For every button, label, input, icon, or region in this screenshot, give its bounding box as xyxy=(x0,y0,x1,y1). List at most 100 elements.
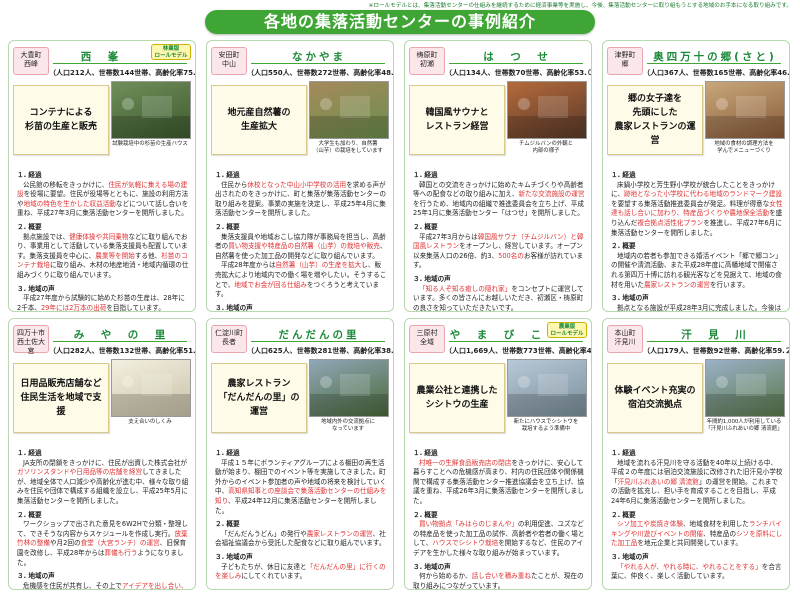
caption-line: 学んでメニューづくり xyxy=(717,148,771,154)
name-underline xyxy=(449,63,583,64)
highlight-text: ガソリンスタンドや日用品等の店舗を経営 xyxy=(17,468,143,477)
photo-row: 農業公社と連携した シシトウの生産 新たにハウスでシシトウを 栽培するよう準備中 xyxy=(409,359,587,441)
case-card: 津野町郷奥四万十の郷(さと)（人口367人、世帯数165世帯、高齢化率46.３%… xyxy=(602,40,790,312)
highlight-text: 新たな交流施設の運営 xyxy=(518,190,585,199)
caption-line: （山芋）の栽培をしています xyxy=(313,148,383,154)
name-underline xyxy=(251,341,385,342)
highlight-text: 葬儀も行う xyxy=(104,548,138,557)
headline-line: 杉苗の生産と販売 xyxy=(24,122,97,132)
role-model-line: ロールモデル xyxy=(154,53,188,59)
headline-line: 宿泊交流拠点 xyxy=(627,400,682,410)
headline-box: 郷の女子達を 先頭にした 農家レストランの運営 xyxy=(607,85,703,155)
photo-image xyxy=(112,374,190,416)
role-model-line: ロールモデル xyxy=(550,331,584,337)
body-text: する他、 xyxy=(134,251,162,260)
body-text: にしてくれています。 xyxy=(241,572,307,581)
section-text: 平成27年3月からは韓国風サウナ（チムジルバン）と韓国風レストランをオープンし、… xyxy=(413,233,585,271)
population-stats: （人口367人、世帯数165世帯、高齢化率46.３%） xyxy=(643,69,790,77)
section-title: ３. 地域の声 xyxy=(17,284,55,293)
photo-caption: チムジルバンの外観と 内部の様子 xyxy=(505,141,587,155)
caption-line: 大学生も加わり、自然薯 xyxy=(318,141,378,147)
headline-line: 先頭にした xyxy=(632,108,678,118)
photo-row: 地元産自然薯の 生産拡大 大学生も加わり、自然薯 （山芋）の栽培をしています xyxy=(211,81,389,163)
population-stats: （人口212人、世帯数144世帯、高齢化率75.９%） xyxy=(49,69,196,77)
section-text: 地域を流れる汗見川を守る活動を40年以上続ける中、平成２の年度には宿泊交流施設に… xyxy=(611,459,783,507)
highlight-text: 500名の xyxy=(498,251,524,260)
population-stats: （人口282人、世帯数132世帯、高齢化率51.１%） xyxy=(49,347,196,355)
headline-line: 住民生活を地域で支援 xyxy=(20,393,102,417)
body-text: 拠点施設では、 xyxy=(23,232,70,241)
body-text: 、特産品の xyxy=(703,529,737,538)
headline-text: 農家レストラン 「だんだんの里」の運営 xyxy=(215,377,303,419)
name-underline xyxy=(251,63,385,64)
card-body: １. 経過 村唯一の生鮮食品販売店の閉店をきっかけに、安心して暮らすことへの危機感… xyxy=(413,449,585,589)
page-title: 各地の集落活動センターの事例紹介 xyxy=(205,10,595,34)
section-text: 平成１５年にボランティアグループによる棚田の再生活動が始まり、棚田でのイベント等… xyxy=(215,459,387,517)
body-text: を行います。 xyxy=(709,280,749,289)
highlight-text: 「やれる人が、やれる時に、やれることをする」 xyxy=(617,562,762,571)
case-card: 大豊町 西峰西 峯林業版 ロールモデル （人口212人、世帯数144世帯、高齢化率75… xyxy=(8,40,196,312)
headline-box: 韓国風サウナと レストラン経営 xyxy=(409,85,505,155)
card-body: １. 経過 地域を流れる汗見川を守る活動を40年以上続ける中、平成２の年度には宿泊… xyxy=(611,449,783,582)
body-text: 「だんだんうどん」の発行や xyxy=(221,529,307,538)
section-text: 地域内の若者も参加できる婚活イベント「郷で郷コン」の開催や清流活動、また平成28… xyxy=(611,252,783,290)
highlight-text: 買い物拠点「みはらのじまんや」 xyxy=(419,520,518,529)
highlight-text: 農家レストランの運営 xyxy=(643,280,710,289)
headline-text: 韓国風サウナと レストラン経営 xyxy=(425,106,488,134)
name-underline xyxy=(53,63,187,64)
caption-line: なっています xyxy=(331,426,365,432)
photo-caption: 新たにハウスでシシトウを 栽培するよう準備中 xyxy=(505,419,587,433)
section-title: ２. 概要 xyxy=(611,242,636,251)
photo-image xyxy=(706,374,784,416)
section-title: １. 経過 xyxy=(215,171,240,179)
headline-line: 地元産自然薯の xyxy=(227,108,291,118)
case-card: 仁淀川町長者だんだんの里（人口625人、世帯数281世帯、高齢化率38.６%）農… xyxy=(206,318,394,590)
body-text: 、地域食材を利用した xyxy=(682,520,749,529)
body-text: を目指しています。 xyxy=(106,303,165,312)
highlight-text: 29年には2万本の出荷 xyxy=(40,303,107,312)
photo-caption: 年間約1,000人が利用している 「汗見川ふれあいの郷 清流館」 xyxy=(703,419,785,433)
body-text: を地元企業と共同開発しています。 xyxy=(637,539,743,548)
activity-photo xyxy=(111,81,191,139)
name-underline xyxy=(53,341,187,342)
headline-text: 郷の女子達を 先頭にした 農家レストランの運営 xyxy=(611,92,699,148)
body-text: 住民から xyxy=(221,180,248,189)
section-title: ３. 地域の声 xyxy=(17,572,55,581)
headline-box: 農家レストラン 「だんだんの里」の運営 xyxy=(211,363,307,433)
caption-line: 「汗見川ふれあいの郷 清流館」 xyxy=(705,426,783,432)
body-text: や月2回の xyxy=(49,539,81,548)
section-title: ３. 地域の声 xyxy=(611,294,649,303)
section-title: １. 経過 xyxy=(413,449,438,457)
photo-caption: 大学生も加わり、自然薯 （山芋）の栽培をしています xyxy=(307,141,389,155)
section-title: １. 経過 xyxy=(413,171,438,179)
center-name: だんだんの里 xyxy=(278,329,360,341)
caption-line: 栽培するよう準備中 xyxy=(521,426,571,432)
card-body: １. 経過 JA支所の閉鎖をきっかけに、住民が出資した株式会社がガソリンスタンドや… xyxy=(17,449,189,589)
activity-photo xyxy=(309,359,389,417)
caption-line: 内部の様子 xyxy=(532,148,560,154)
highlight-text: 食堂（大宮ランチ）の運営 xyxy=(80,539,160,548)
highlight-text: 跡地となった小学校に代わる地域のランドマーク建設 xyxy=(624,190,783,199)
role-model-badge: 林業版 ロールモデル xyxy=(151,44,191,60)
headline-line: 農家レストランの運営 xyxy=(614,122,696,146)
headline-line: 体験イベント充実の xyxy=(614,386,696,396)
card-body: １. 経過 公民館の移転をきっかけに、住民が気軽に集える場の建設を役場に要望。住民… xyxy=(17,171,189,312)
photo-image xyxy=(310,374,388,416)
section-text: ワークショップで出された意見を6W2Hで分類・整理して、できそうな内容からスケジ… xyxy=(17,520,189,568)
section-title: １. 経過 xyxy=(215,449,240,457)
section-title: ２. 概要 xyxy=(215,222,240,231)
region-line: 梼原町 xyxy=(416,51,438,59)
highlight-text: 地域の特色を生かした収益活動 xyxy=(23,199,116,208)
body-text: 子どもたちが、休日に友達と xyxy=(221,562,307,571)
highlight-text: 複合拠点活性化プラン xyxy=(637,218,704,227)
headline-box: 地元産自然薯の 生産拡大 xyxy=(211,85,307,155)
section-title: ２. 概要 xyxy=(215,520,240,529)
card-body: １. 経過 韓国との交流をきっかけに始めたキムチづくりや高齢者等への配食などの取り… xyxy=(413,171,585,311)
headline-box: 日用品販売店舗など 住民生活を地域で支援 xyxy=(13,363,109,433)
highlight-text: 農家レストランの運営 xyxy=(306,529,373,538)
section-title: ２. 概要 xyxy=(17,222,42,231)
section-text: 住民から休校となった中山小中学校の活用を求める声が出されたのをきっかけに、町と集… xyxy=(215,181,387,219)
card-body: １. 経過住民から休校となった中山小中学校の活用を求める声が出されたのをきっかけ… xyxy=(215,171,387,311)
highlight-text: 農業等を開始 xyxy=(95,251,135,260)
photo-caption: 支え合いのしくみ xyxy=(109,419,191,426)
